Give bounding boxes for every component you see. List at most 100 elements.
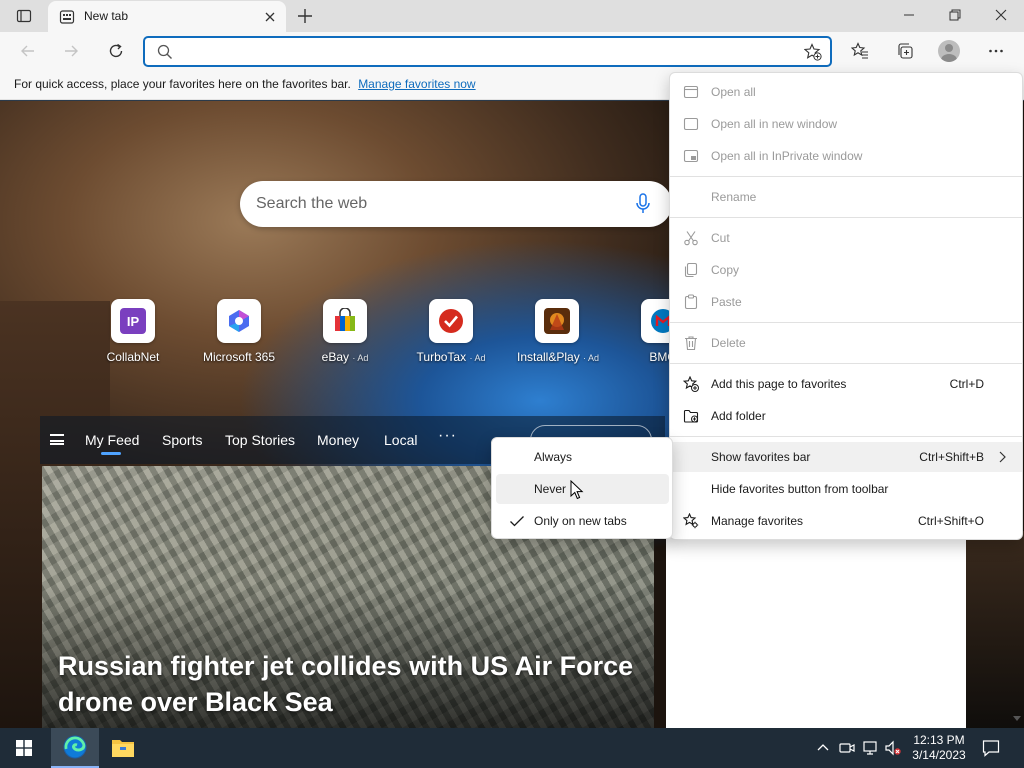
manage-favorites-link[interactable]: Manage favorites now xyxy=(358,77,475,91)
submenu-item-always[interactable]: Always xyxy=(496,442,669,472)
network-icon[interactable] xyxy=(862,740,878,756)
web-search-box[interactable]: Search the web xyxy=(240,181,672,227)
menu-separator xyxy=(670,436,1022,437)
close-icon xyxy=(995,9,1007,21)
tile-label: CollabNet xyxy=(106,350,160,364)
new-tab-button[interactable] xyxy=(294,5,316,27)
start-button[interactable] xyxy=(0,728,48,768)
tab-close-icon[interactable] xyxy=(262,9,278,25)
tab-title: New tab xyxy=(84,9,129,23)
taskbar: 12:13 PM 3/14/2023 xyxy=(0,728,1024,768)
quick-link-installplay[interactable]: Install&Play · Ad xyxy=(517,299,599,364)
menu-item-add-page-to-favorites[interactable]: Add this page to favorites Ctrl+D xyxy=(670,369,1022,399)
menu-item-copy[interactable]: Copy xyxy=(670,255,1022,285)
menu-item-open-all[interactable]: Open all xyxy=(670,77,1022,107)
taskbar-edge-app[interactable] xyxy=(51,728,99,768)
cut-icon xyxy=(684,231,698,246)
quick-link-microsoft365[interactable]: Microsoft 365 xyxy=(199,299,279,364)
delete-icon xyxy=(685,336,697,351)
collections-button[interactable] xyxy=(891,37,919,65)
feed-tab-top-stories[interactable]: Top Stories xyxy=(225,432,295,448)
settings-more-button[interactable] xyxy=(982,37,1010,65)
menu-item-open-all-inprivate[interactable]: Open all in InPrivate window xyxy=(670,141,1022,171)
refresh-button[interactable] xyxy=(102,37,130,65)
tile-label: Install&Play xyxy=(517,350,580,364)
minimize-button[interactable] xyxy=(886,0,932,30)
menu-item-label: Open all in InPrivate window xyxy=(711,149,863,163)
address-bar[interactable] xyxy=(143,36,832,67)
feed-tab-local[interactable]: Local xyxy=(384,432,417,448)
menu-item-add-folder[interactable]: Add folder xyxy=(670,401,1022,431)
feed-tab-my-feed[interactable]: My Feed xyxy=(85,432,139,455)
windows-logo-icon xyxy=(16,740,32,756)
volume-muted-icon[interactable] xyxy=(885,740,901,756)
page-scrollbar[interactable] xyxy=(1010,711,1024,728)
chevron-up-icon[interactable] xyxy=(815,740,831,756)
menu-item-rename[interactable]: Rename xyxy=(670,182,1022,212)
inprivate-window-icon xyxy=(683,149,699,163)
forward-button[interactable] xyxy=(57,37,85,65)
quick-link-ebay[interactable]: eBay · Ad xyxy=(305,299,385,364)
tab-actions-icon xyxy=(16,9,32,23)
system-clock[interactable]: 12:13 PM 3/14/2023 xyxy=(908,733,970,763)
back-button[interactable] xyxy=(14,37,42,65)
restore-button[interactable] xyxy=(932,0,978,30)
menu-item-hide-favorites-button[interactable]: Hide favorites button from toolbar xyxy=(670,474,1022,504)
chevron-right-icon xyxy=(999,451,1006,463)
favorites-context-menu: Open all Open all in new window Open all… xyxy=(669,72,1023,540)
profile-avatar[interactable] xyxy=(938,40,960,62)
close-window-button[interactable] xyxy=(978,0,1024,30)
title-bar: New tab xyxy=(0,0,1024,32)
menu-item-cut[interactable]: Cut xyxy=(670,223,1022,253)
meet-now-icon[interactable] xyxy=(839,740,855,756)
restore-icon xyxy=(949,9,961,21)
quick-link-turbotax[interactable]: TurboTax · Ad xyxy=(411,299,491,364)
submenu-item-label: Only on new tabs xyxy=(534,514,627,528)
tile-ad-badge: · Ad xyxy=(469,353,486,363)
feed-more-button[interactable]: ··· xyxy=(438,427,457,445)
more-icon xyxy=(989,49,1003,53)
menu-item-label: Open all in new window xyxy=(711,117,838,131)
menu-separator xyxy=(670,176,1022,177)
favorites-button[interactable] xyxy=(846,37,874,65)
submenu-item-only-new-tabs[interactable]: Only on new tabs xyxy=(496,506,669,536)
file-explorer-icon xyxy=(112,740,134,757)
favorites-icon xyxy=(851,42,868,59)
add-to-favorites-icon[interactable] xyxy=(804,43,822,61)
new-tab-favicon-icon xyxy=(59,10,75,24)
minimize-icon xyxy=(904,14,914,16)
quick-link-collabnet[interactable]: IP CollabNet xyxy=(93,299,173,364)
menu-item-show-favorites-bar[interactable]: Show favorites bar Ctrl+Shift+B xyxy=(670,442,1022,472)
add-favorite-icon xyxy=(683,376,699,392)
clock-time: 12:13 PM xyxy=(913,733,965,747)
tab-actions-button[interactable] xyxy=(8,6,40,26)
scroll-down-arrow-icon[interactable] xyxy=(1013,714,1021,722)
menu-item-label: Add folder xyxy=(711,409,766,423)
microphone-icon[interactable] xyxy=(635,193,651,215)
ebay-icon xyxy=(323,299,367,343)
menu-item-shortcut: Ctrl+Shift+B xyxy=(919,450,984,464)
collections-icon xyxy=(898,43,913,59)
forward-arrow-icon xyxy=(65,45,78,57)
svg-text:IP: IP xyxy=(127,314,140,329)
submenu-item-label: Always xyxy=(534,450,573,464)
menu-item-delete[interactable]: Delete xyxy=(670,328,1022,358)
hamburger-menu-icon[interactable] xyxy=(50,434,64,445)
search-icon xyxy=(157,44,172,59)
menu-item-label: Open all xyxy=(711,85,756,99)
new-window-icon xyxy=(683,117,699,131)
notifications-icon[interactable] xyxy=(982,739,1000,757)
news-headline[interactable]: Russian fighter jet collides with US Air… xyxy=(58,648,648,720)
favorites-bar-message: For quick access, place your favorites h… xyxy=(14,77,351,91)
menu-item-paste[interactable]: Paste xyxy=(670,287,1022,317)
tile-label: eBay xyxy=(321,350,349,364)
feed-tab-money[interactable]: Money xyxy=(317,432,359,448)
tab-new-tab[interactable]: New tab xyxy=(48,1,286,32)
menu-separator xyxy=(670,363,1022,364)
clock-date: 3/14/2023 xyxy=(912,748,966,762)
taskbar-file-explorer-app[interactable] xyxy=(99,728,147,768)
menu-item-manage-favorites[interactable]: Manage favorites Ctrl+Shift+O xyxy=(670,506,1022,536)
menu-item-shortcut: Ctrl+Shift+O xyxy=(917,514,984,528)
feed-tab-sports[interactable]: Sports xyxy=(162,432,202,448)
menu-item-open-all-new-window[interactable]: Open all in new window xyxy=(670,109,1022,139)
